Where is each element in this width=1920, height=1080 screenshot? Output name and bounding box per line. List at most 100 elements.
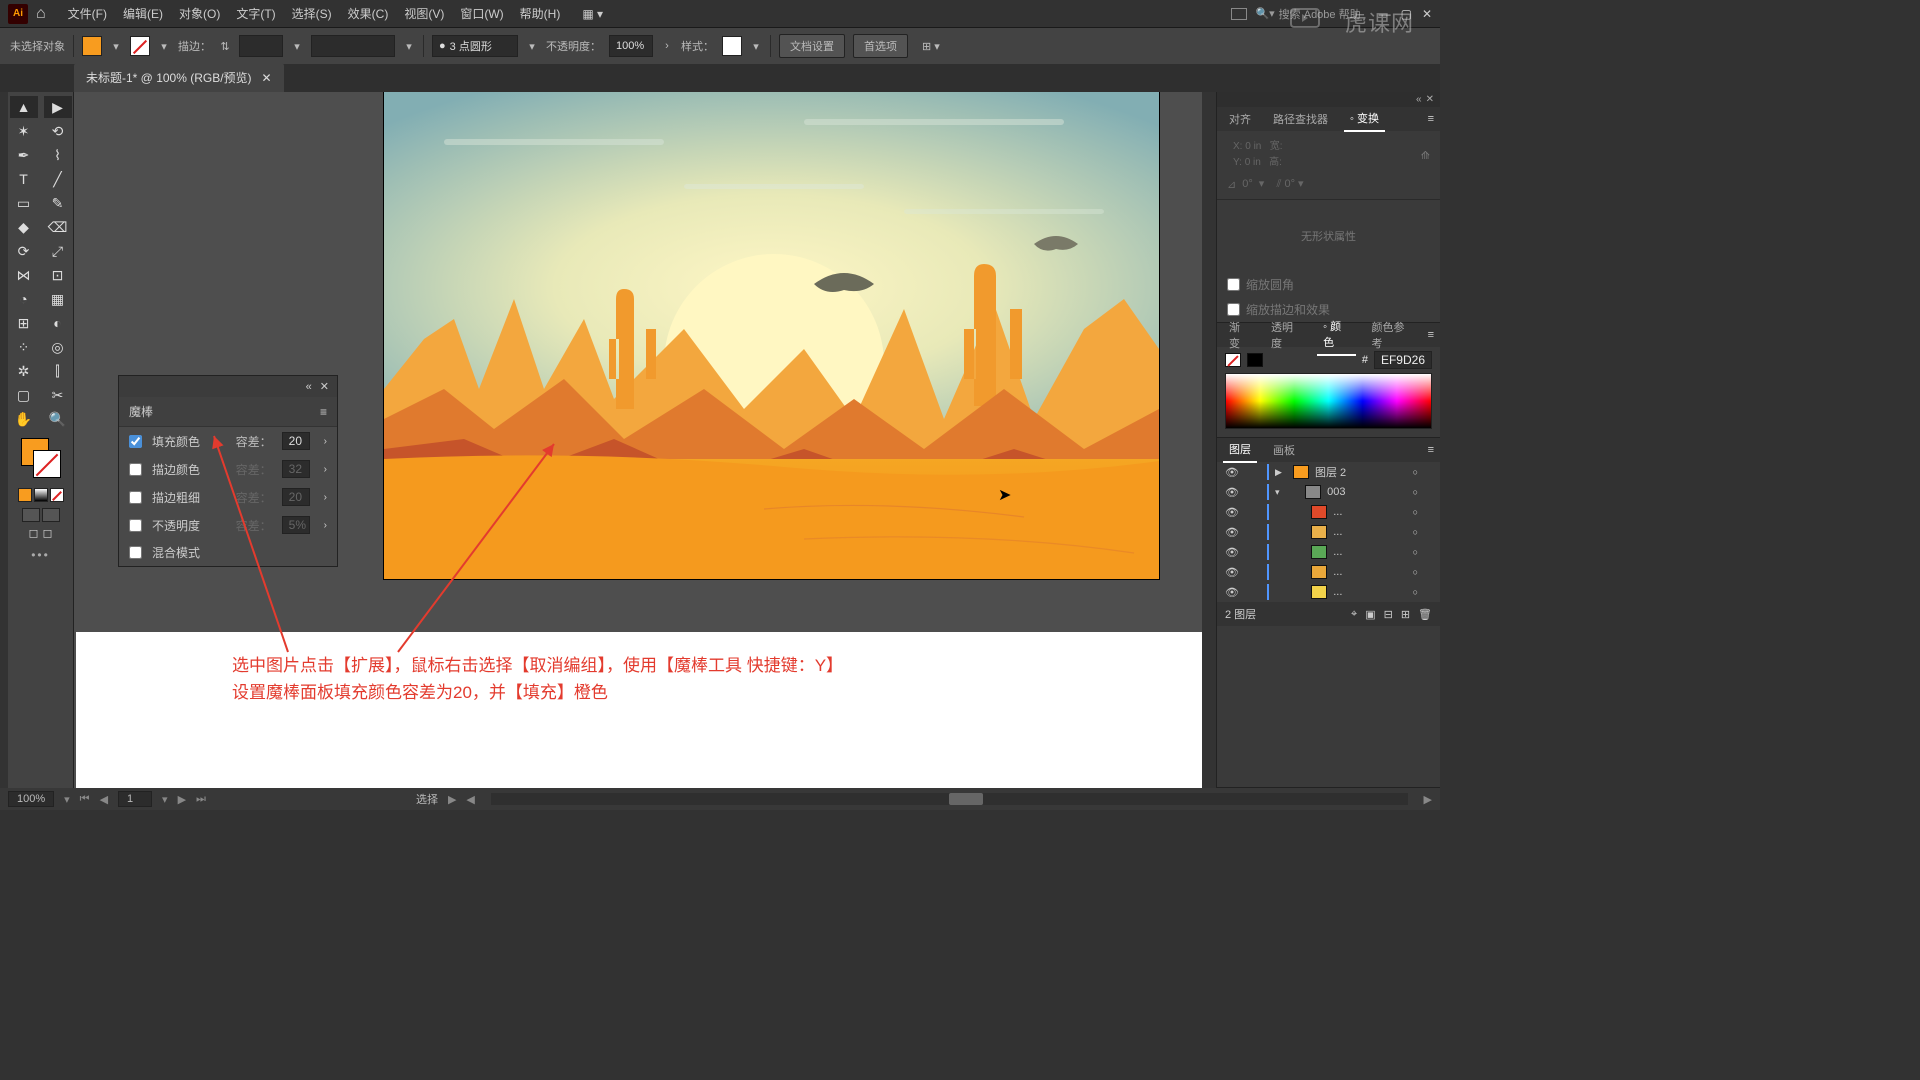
menu-object[interactable]: 对象(O) [171,1,228,26]
opacity-input[interactable]: 100% [609,35,653,57]
tab-transform[interactable]: ◦ 变换 [1344,106,1385,132]
shape-builder-tool[interactable]: ◔ [10,288,38,310]
menu-window[interactable]: 窗口(W) [452,1,511,26]
target-icon[interactable]: ○ [1413,487,1418,497]
blend-tool[interactable]: ◎ [44,336,72,358]
target-icon[interactable]: ○ [1413,567,1418,577]
visibility-toggle[interactable]: 👁 [1223,526,1241,539]
rotate-tool[interactable]: ⟳ [10,240,38,262]
close-icon[interactable]: ✕ [1422,7,1432,21]
target-icon[interactable]: ○ [1413,587,1418,597]
opacity-checkbox[interactable] [129,519,142,532]
panel-close-icon[interactable]: ✕ [320,380,329,393]
menu-view[interactable]: 视图(V) [396,1,452,26]
layer-name[interactable]: 图层 2 [1315,464,1346,480]
visibility-toggle[interactable]: 👁 [1223,586,1241,599]
next-artboard-icon[interactable]: ▶ [178,793,186,806]
mesh-tool[interactable]: ⊞ [10,312,38,334]
rectangle-tool[interactable]: ▭ [10,192,38,214]
doc-tab[interactable]: 未标题-1* @ 100% (RGB/预览) ✕ [74,63,284,92]
layer-name[interactable]: ... [1333,506,1342,518]
artboard[interactable] [384,92,1159,579]
magic-wand-panel[interactable]: « ✕ 魔棒 ≡ 填充颜色 容差： 20 › 描边颜色 容差： 32› [118,375,338,567]
artboard-tool[interactable]: ▢ [10,384,38,406]
new-layer-icon[interactable]: ⊞ [1401,608,1410,621]
zoom-input[interactable]: 100% [8,791,54,807]
type-tool[interactable]: T [10,168,38,190]
disclosure-icon[interactable]: ▶ [1275,467,1287,478]
dock-collapse-icon[interactable]: « [1416,94,1422,105]
tab-layers[interactable]: 图层 [1223,437,1257,463]
first-artboard-icon[interactable]: ⏮ [80,793,90,806]
hex-input[interactable]: EF9D26 [1374,351,1432,369]
menu-type[interactable]: 文字(T) [228,1,283,26]
width-tool[interactable]: ⋈ [10,264,38,286]
free-transform-tool[interactable]: ⊡ [44,264,72,286]
eyedropper-tool[interactable]: ⁘ [10,336,38,358]
layer-name[interactable]: 003 [1327,486,1345,498]
locate-object-icon[interactable]: ⌖ [1351,608,1357,621]
delete-layer-icon[interactable]: 🗑 [1418,608,1432,621]
stroke-color-checkbox[interactable] [129,463,142,476]
tol-caret[interactable]: › [324,436,327,447]
right-collapsed-strip[interactable] [1202,92,1216,788]
tab-color[interactable]: ◦ 颜色 [1317,314,1355,356]
align-to-icon[interactable]: ⊞ ▾ [922,40,940,53]
fill-swatch[interactable] [82,36,102,56]
var-width-profile[interactable] [311,35,395,57]
target-icon[interactable]: ○ [1413,547,1418,557]
panel-menu-icon[interactable]: ≡ [1428,444,1434,456]
color-spectrum[interactable] [1225,373,1432,429]
layer-row[interactable]: 👁▾ 003○ [1217,482,1440,502]
screen-mode[interactable] [22,508,60,522]
arrange-docs-icon[interactable] [1231,8,1247,20]
proxy-stroke[interactable] [33,450,61,478]
layer-row[interactable]: 👁▶图层 2○ [1217,462,1440,482]
hand-tool[interactable]: ✋ [10,408,38,430]
stroke-none-icon[interactable] [1225,353,1241,367]
tab-align[interactable]: 对齐 [1223,107,1257,131]
stroke-weight-stepper[interactable]: ⇅ [219,40,231,53]
menu-select[interactable]: 选择(S) [284,1,340,26]
symbol-sprayer-tool[interactable]: ✲ [10,360,38,382]
stroke-weight-input[interactable] [239,35,283,57]
menu-effect[interactable]: 效果(C) [340,1,397,26]
dock-close-icon[interactable]: ✕ [1426,94,1434,105]
fill-stroke-proxy[interactable] [21,438,61,478]
panel-menu-icon[interactable]: ≡ [1428,113,1434,125]
eraser-tool[interactable]: ⌫ [44,216,72,238]
layer-row[interactable]: 👁 ... ○ [1217,582,1440,602]
status-menu-icon[interactable]: ▶ [448,793,456,806]
maximize-icon[interactable]: ▢ [1401,7,1412,21]
fill-color-checkbox[interactable] [129,435,142,448]
collapsed-strip[interactable] [0,92,8,788]
visibility-toggle[interactable]: 👁 [1223,466,1241,479]
tab-gradient[interactable]: 渐变 [1223,315,1255,355]
zoom-tool[interactable]: 🔍 [44,408,72,430]
magic-wand-tool[interactable]: ✶ [10,120,38,142]
visibility-toggle[interactable]: 👁 [1223,486,1241,499]
prefs-button[interactable]: 首选项 [853,34,908,58]
lasso-tool[interactable]: ⟲ [44,120,72,142]
link-wh-icon[interactable]: ⟰ [1421,149,1430,162]
h-scrollbar[interactable] [491,793,1408,805]
visibility-toggle[interactable]: 👁 [1223,546,1241,559]
fill-dd[interactable]: ▾ [110,40,122,53]
artboard-number[interactable]: 1 [118,791,152,807]
slice-tool[interactable]: ✂ [44,384,72,406]
tab-transparency[interactable]: 透明度 [1265,315,1307,355]
target-icon[interactable]: ○ [1413,507,1418,517]
perspective-tool[interactable]: ▦ [44,288,72,310]
tolerance-input[interactable]: 20 [282,432,310,450]
graph-tool[interactable]: ⫿ [44,360,72,382]
layer-row[interactable]: 👁 ...○ [1217,542,1440,562]
tab-color-guide[interactable]: 颜色参考 [1366,315,1418,355]
stroke-weight-checkbox[interactable] [129,491,142,504]
panel-menu-icon[interactable]: ≡ [320,405,327,419]
home-icon[interactable]: ⌂ [36,5,46,23]
visibility-toggle[interactable]: 👁 [1223,566,1241,579]
layer-name[interactable]: ... [1333,586,1342,598]
layer-row[interactable]: 👁 ...○ [1217,522,1440,542]
new-sublayer-icon[interactable]: ⊟ [1384,608,1393,621]
shaper-tool[interactable]: ◆ [10,216,38,238]
